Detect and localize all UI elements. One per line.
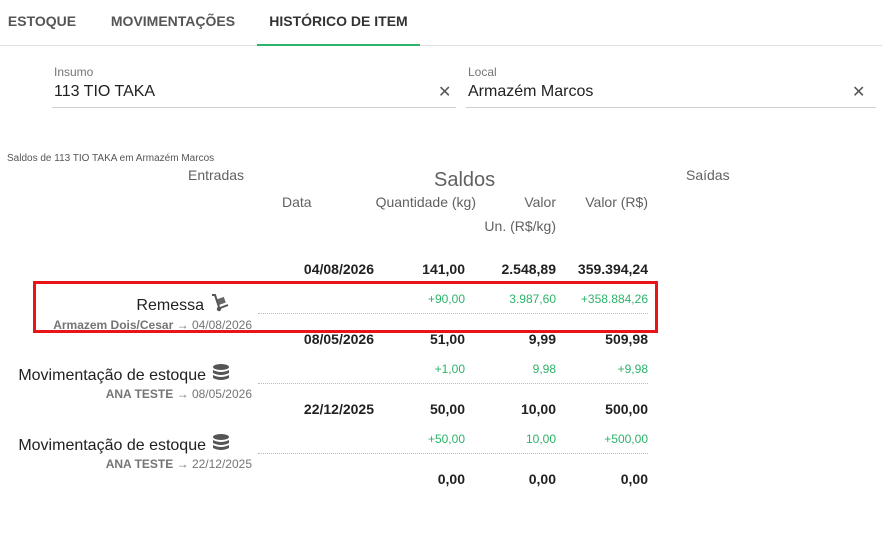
row-separator [258, 383, 648, 384]
balance-total: 0,00 [620, 471, 648, 487]
movement-title-text: Movimentação de estoque [18, 367, 206, 384]
balance-total: 359.394,24 [577, 261, 648, 277]
highlight-box [33, 281, 658, 333]
movement-qty: +50,00 [427, 432, 465, 446]
movement-origin: ANA TESTE [105, 387, 174, 401]
balance-unit: 0,00 [528, 471, 556, 487]
tab-movimentacoes[interactable]: MOVIMENTAÇÕES [99, 0, 247, 46]
movement-subtitle: ANA TESTE → 22/12/2025 [106, 457, 252, 471]
balance-qty: 0,00 [437, 471, 465, 487]
balance-total: 509,98 [605, 331, 648, 347]
movement-title[interactable]: Movimentação de estoque [18, 363, 230, 388]
movement-unit: 10,00 [525, 432, 556, 446]
balance-date: 04/08/2026 [303, 261, 374, 277]
balance-unit: 10,00 [520, 401, 556, 417]
local-clear-icon[interactable]: ✕ [852, 82, 865, 102]
balance-qty: 141,00 [422, 261, 465, 277]
movement-total: +9,98 [617, 362, 648, 376]
database-icon [212, 433, 230, 458]
movement-qty: +1,00 [434, 362, 465, 376]
balance-date: 08/05/2026 [303, 331, 374, 347]
insumo-value[interactable]: 113 TIO TAKA [54, 83, 155, 101]
insumo-clear-icon[interactable]: ✕ [438, 82, 451, 102]
saldos-header: Saldos [434, 169, 496, 191]
row-separator [258, 453, 648, 454]
entradas-header: Entradas [188, 167, 245, 183]
movement-title-text: Movimentação de estoque [18, 437, 206, 454]
saidas-header: Saídas [686, 167, 730, 183]
local-label: Local [468, 65, 497, 79]
balance-qty: 51,00 [429, 331, 465, 347]
valor-un-column-header-unit: Un. (R$/kg) [484, 218, 556, 234]
balance-date: 22/12/2025 [303, 401, 374, 417]
movement-title[interactable]: Movimentação de estoque [18, 433, 230, 458]
local-underline [466, 107, 876, 108]
data-column-header: Data [282, 194, 312, 210]
insumo-underline [52, 107, 456, 108]
local-field[interactable]: Local Armazém Marcos ✕ [466, 65, 876, 111]
arrow-right-icon: → [176, 387, 189, 401]
local-value[interactable]: Armazém Marcos [468, 83, 593, 101]
balance-unit: 2.548,89 [501, 261, 557, 277]
database-icon [212, 363, 230, 388]
movement-subtitle: ANA TESTE → 08/05/2026 [106, 387, 252, 401]
movement-date: 22/12/2025 [191, 457, 252, 471]
arrow-right-icon: → [176, 457, 189, 471]
movement-date: 08/05/2026 [191, 387, 252, 401]
tab-estoque[interactable]: ESTOQUE [0, 0, 84, 46]
tab-historico-de-item[interactable]: HISTÓRICO DE ITEM [257, 0, 420, 46]
movement-origin: ANA TESTE [105, 457, 174, 471]
movement-total: +500,00 [604, 432, 648, 446]
quantidade-column-header: Quantidade (kg) [375, 194, 476, 210]
insumo-field[interactable]: Insumo 113 TIO TAKA ✕ [52, 65, 456, 111]
valor-un-column-header: Valor [524, 194, 556, 210]
balance-total: 500,00 [605, 401, 648, 417]
insumo-label: Insumo [54, 65, 94, 79]
balance-qty: 50,00 [429, 401, 465, 417]
balance-unit: 9,99 [528, 331, 556, 347]
tab-bar: ESTOQUE MOVIMENTAÇÕES HISTÓRICO DE ITEM [0, 0, 882, 46]
movement-unit: 9,98 [532, 362, 556, 376]
valor-total-column-header: Valor (R$) [585, 194, 648, 210]
history-caption: Saldos de 113 TIO TAKA em Armazém Marcos [7, 153, 215, 164]
